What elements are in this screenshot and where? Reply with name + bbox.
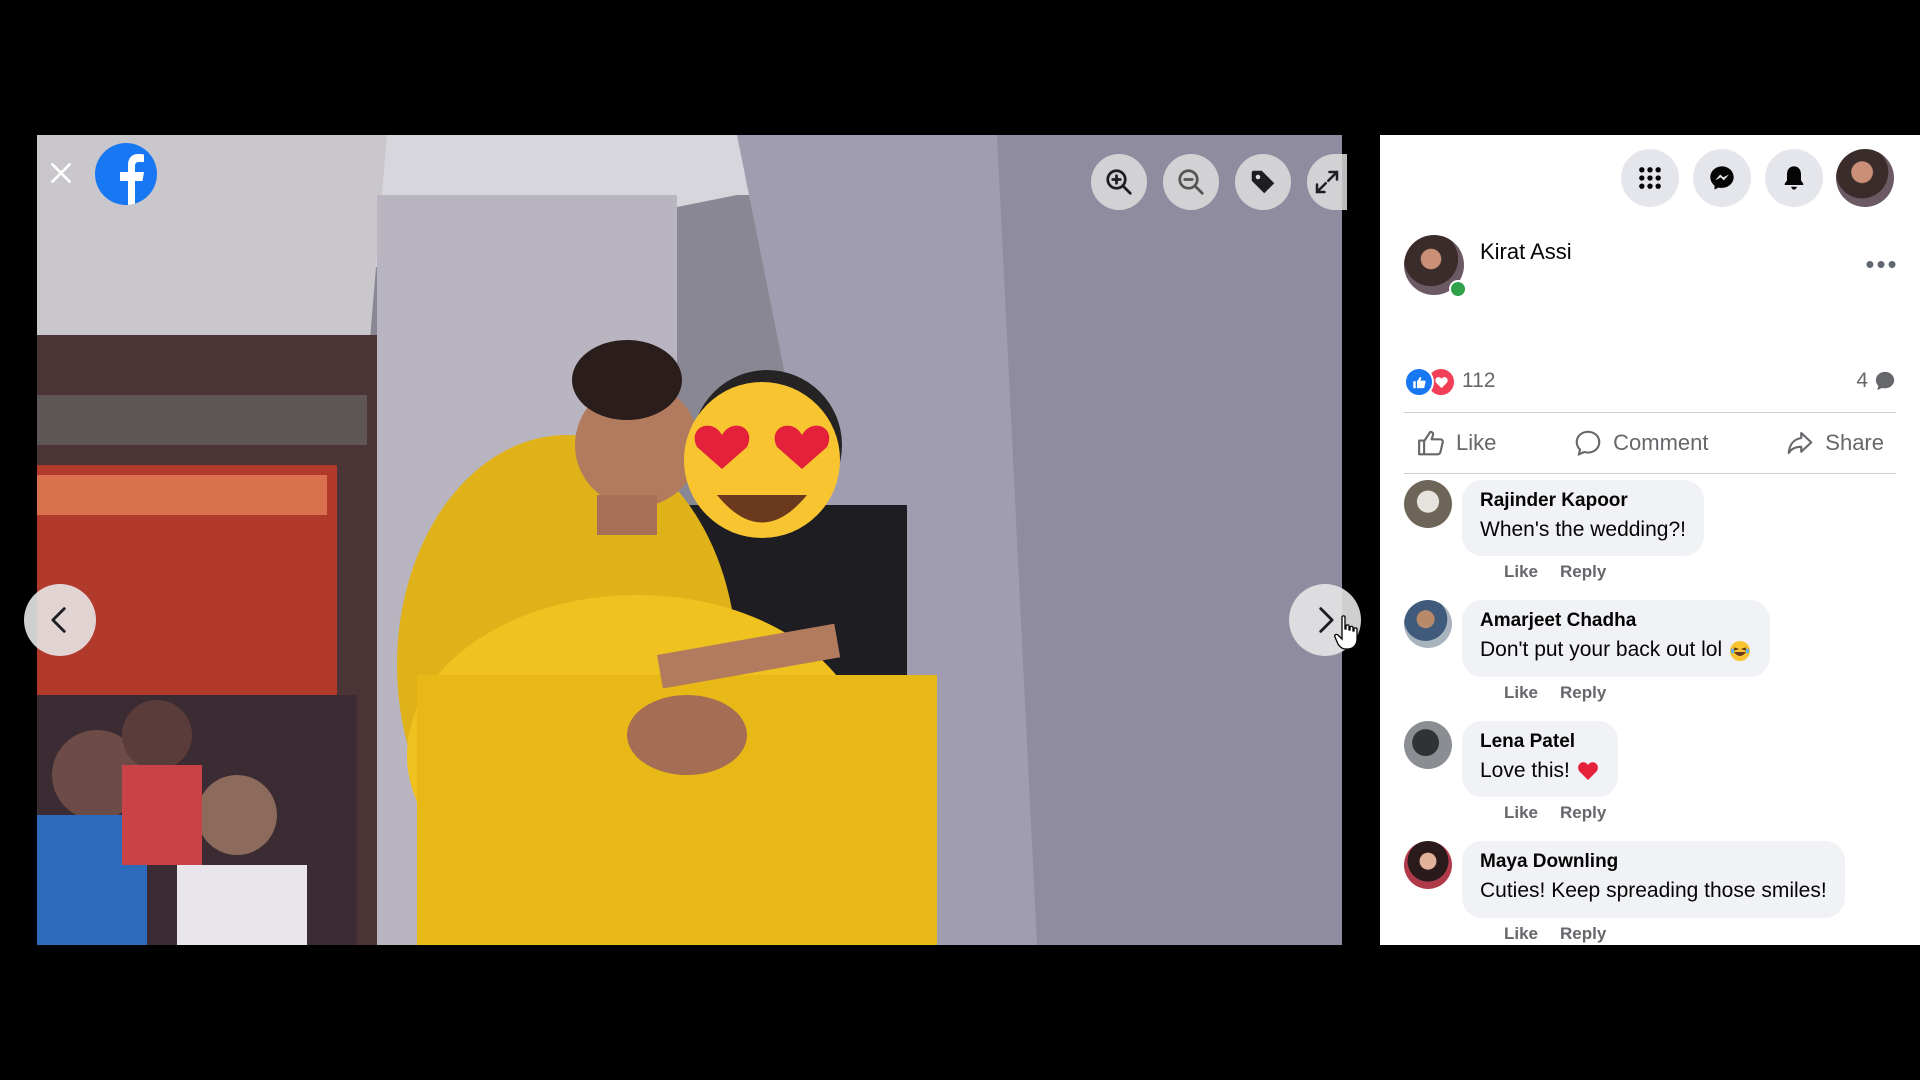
commenter-name[interactable]: Maya Downling	[1480, 851, 1827, 873]
comment-text: When's the wedding?!	[1480, 518, 1686, 541]
comment-bubble: Amarjeet Chadha Don't put your back out …	[1462, 600, 1770, 677]
commenter-avatar[interactable]	[1404, 600, 1452, 649]
close-icon	[51, 163, 71, 183]
laughing-emoji-icon	[1730, 640, 1750, 661]
comment-like-link[interactable]: Like	[1504, 924, 1538, 944]
comment-bubble: Maya Downling Cuties! Keep spreading tho…	[1462, 841, 1845, 918]
comment-button-label: Comment	[1613, 430, 1709, 455]
reaction-count: 112	[1462, 369, 1496, 392]
menu-grid-icon	[1639, 167, 1661, 189]
comment-actions: Like Reply	[1504, 924, 1904, 944]
like-button[interactable]: Like	[1404, 415, 1508, 471]
commenter-avatar[interactable]	[1404, 841, 1452, 890]
comment-bubble: Lena Patel Love this!	[1462, 720, 1618, 798]
thumbs-up-icon	[1418, 430, 1444, 456]
top-navigation-bar	[1380, 135, 1920, 215]
messenger-icon	[1710, 166, 1734, 190]
mouse-pointer-hand-icon	[1334, 615, 1358, 650]
comment-bubble-icon	[1875, 371, 1895, 391]
previous-photo-button[interactable]	[24, 584, 96, 656]
comment-actions: Like Reply	[1504, 562, 1904, 582]
comment-item: Amarjeet Chadha Don't put your back out …	[1404, 600, 1904, 702]
fullscreen-icon	[1315, 170, 1339, 194]
comment-text-line: Don't put your back out lol	[1480, 635, 1752, 664]
tag-icon	[1251, 170, 1275, 194]
commenter-name[interactable]: Lena Patel	[1480, 731, 1600, 753]
comment-item: Lena Patel Love this! Like Reply	[1404, 720, 1904, 823]
comment-reply-link[interactable]: Reply	[1560, 803, 1606, 823]
online-status-indicator	[1449, 280, 1467, 298]
commenter-avatar[interactable]	[1404, 720, 1452, 769]
comment-like-link[interactable]: Like	[1504, 562, 1538, 582]
share-icon	[1787, 431, 1813, 455]
like-reaction-icon	[1404, 367, 1434, 397]
comment-button[interactable]: Comment	[1561, 415, 1720, 471]
comment-reply-link[interactable]: Reply	[1560, 562, 1606, 582]
comment-count-value: 4	[1856, 369, 1868, 392]
more-options-button[interactable]: •••	[1860, 247, 1904, 281]
menu-button[interactable]	[1621, 149, 1679, 207]
red-heart-emoji-icon	[1577, 762, 1598, 781]
comment-count[interactable]: 4	[1856, 369, 1896, 393]
comment-bubble: Rajinder Kapoor When's the wedding?!	[1462, 480, 1704, 557]
close-button[interactable]	[37, 145, 85, 201]
comment-actions: Like Reply	[1504, 803, 1904, 823]
comment-like-link[interactable]: Like	[1504, 683, 1538, 703]
notifications-bell-icon	[1784, 166, 1804, 190]
post-photo	[37, 135, 1342, 945]
comment-text: Cuties! Keep spreading those smiles!	[1480, 879, 1827, 903]
comment-item: Rajinder Kapoor When's the wedding?! Lik…	[1404, 480, 1904, 582]
post-author: Kirat Assi •••	[1404, 235, 1904, 305]
zoom-out-icon	[1178, 169, 1204, 195]
commenter-avatar[interactable]	[1404, 480, 1452, 528]
facebook-f-icon	[120, 154, 144, 205]
comment-actions: Like Reply	[1504, 683, 1904, 703]
photo-viewer	[37, 135, 1342, 945]
comments-list: Rajinder Kapoor When's the wedding?! Lik…	[1404, 480, 1904, 945]
comment-reply-link[interactable]: Reply	[1560, 924, 1606, 944]
zoom-in-icon	[1106, 169, 1132, 195]
post-action-bar: Like Comment Share	[1404, 412, 1896, 474]
comment-text: Don't put your back out lol	[1480, 638, 1723, 662]
comment-item: Maya Downling Cuties! Keep spreading tho…	[1404, 841, 1904, 943]
commenter-name[interactable]: Amarjeet Chadha	[1480, 610, 1752, 632]
post-details-panel: Kirat Assi ••• 112 4 Like Comment Share …	[1380, 135, 1920, 945]
messenger-button[interactable]	[1693, 149, 1751, 207]
facebook-logo[interactable]	[95, 143, 157, 205]
zoom-in-button[interactable]	[1091, 154, 1147, 210]
comment-text: Love this!	[1480, 758, 1570, 782]
notifications-button[interactable]	[1765, 149, 1823, 207]
commenter-name[interactable]: Rajinder Kapoor	[1480, 490, 1686, 512]
share-button[interactable]: Share	[1773, 415, 1896, 471]
tag-button[interactable]	[1235, 154, 1291, 210]
like-button-label: Like	[1456, 430, 1497, 455]
chevron-left-icon	[51, 607, 66, 633]
comment-like-link[interactable]: Like	[1504, 803, 1538, 823]
comment-icon	[1575, 430, 1601, 457]
zoom-out-button[interactable]	[1163, 154, 1219, 210]
comment-reply-link[interactable]: Reply	[1560, 683, 1606, 703]
share-button-label: Share	[1825, 430, 1884, 455]
reactions-summary[interactable]: 112 4	[1404, 363, 1896, 399]
profile-avatar[interactable]	[1836, 149, 1894, 207]
author-name[interactable]: Kirat Assi	[1480, 239, 1572, 265]
comment-text-line: Love this!	[1480, 756, 1600, 785]
